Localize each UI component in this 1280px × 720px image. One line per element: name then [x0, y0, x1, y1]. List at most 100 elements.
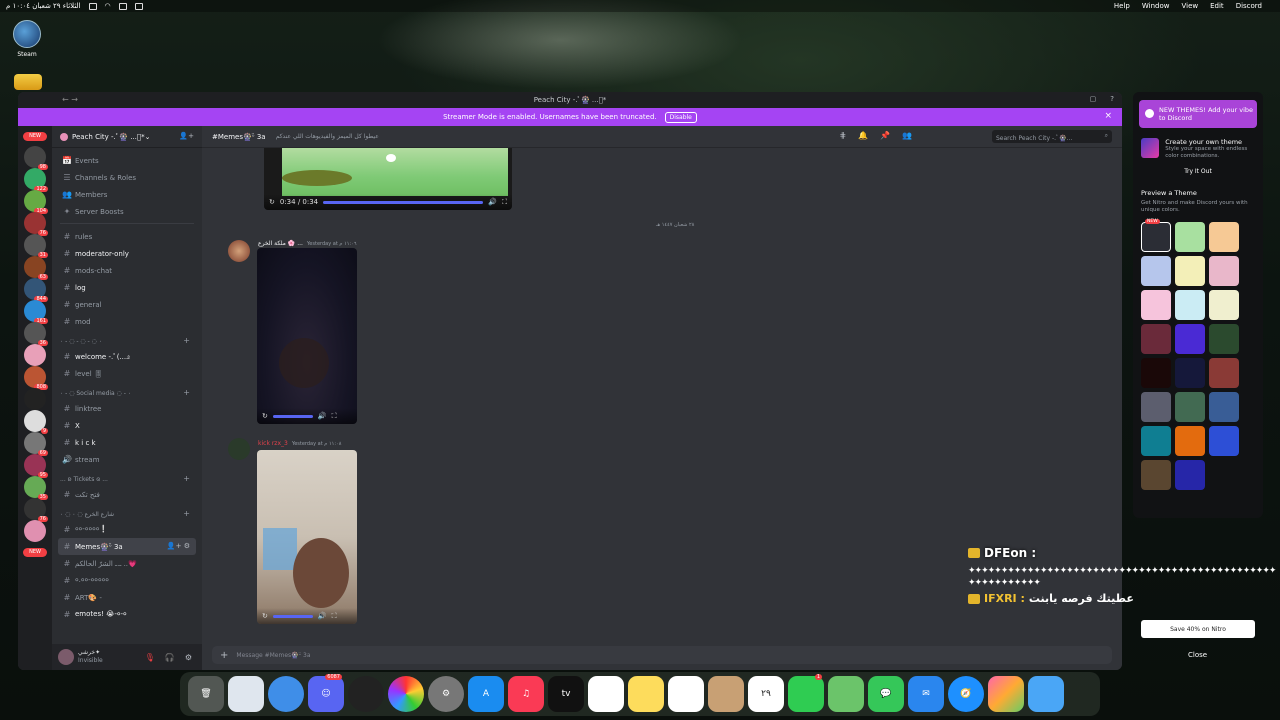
- menu-window[interactable]: Window: [1142, 2, 1170, 10]
- channel-item[interactable]: #००-००००❕: [52, 521, 202, 538]
- channel-moderator-only[interactable]: # moderator-only: [52, 245, 202, 262]
- theme-swatch[interactable]: [1209, 358, 1239, 388]
- disable-streamer-mode-button[interactable]: Disable: [664, 111, 697, 123]
- server-icon[interactable]: 9: [24, 410, 48, 434]
- server-icon[interactable]: 161: [24, 300, 48, 324]
- new-themes-banner[interactable]: NEW THEMES! Add your vibe to Discord: [1139, 100, 1257, 128]
- theme-swatch[interactable]: [1209, 290, 1239, 320]
- replay-icon[interactable]: ↻: [262, 612, 268, 620]
- server-icon[interactable]: 844: [24, 278, 48, 302]
- category-header[interactable]: ۰ - ◌ - ◌ - ◌ ۰ +: [52, 334, 202, 348]
- server-icon[interactable]: 95: [24, 454, 48, 478]
- message-author[interactable]: kick rzx_3: [258, 440, 288, 447]
- freeform-icon[interactable]: [588, 676, 624, 712]
- safari-icon[interactable]: 🧭: [948, 676, 984, 712]
- theme-swatch[interactable]: [1209, 222, 1239, 252]
- desktop-icon-steam[interactable]: Steam: [10, 20, 44, 58]
- fullscreen-icon[interactable]: ⛶: [332, 412, 337, 421]
- reminders-icon[interactable]: [668, 676, 704, 712]
- messages-icon[interactable]: 💬: [868, 676, 904, 712]
- server-icon[interactable]: 31: [24, 234, 48, 258]
- channel-emotes[interactable]: # emotes! 😭-०-०: [52, 606, 202, 623]
- gear-icon[interactable]: ⚙: [185, 653, 192, 662]
- screen-capture-icon[interactable]: [348, 676, 384, 712]
- theme-swatch[interactable]: [1141, 256, 1171, 286]
- theme-swatch[interactable]: NEW: [1141, 219, 1171, 252]
- message-input[interactable]: + Message #Memes🎡ᵕ̈ 3a: [212, 646, 1112, 664]
- mic-muted-icon[interactable]: 🎙: [145, 653, 155, 662]
- menu-discord[interactable]: Discord: [1236, 2, 1262, 10]
- theme-swatch[interactable]: [1141, 324, 1171, 354]
- close-icon[interactable]: ×: [1104, 111, 1112, 121]
- channel-item[interactable]: #०.००-०००००: [52, 572, 202, 589]
- back-forward-icon[interactable]: ← →: [62, 95, 78, 104]
- theme-swatch[interactable]: [1141, 392, 1171, 422]
- server-icon[interactable]: 76: [24, 212, 48, 236]
- volume-icon[interactable]: 🔊: [318, 612, 327, 620]
- threads-icon[interactable]: ⋕: [839, 131, 846, 140]
- theme-swatch[interactable]: [1209, 392, 1239, 422]
- calendar-icon[interactable]: ٢٩: [748, 676, 784, 712]
- display-icon[interactable]: [134, 2, 143, 10]
- theme-swatch[interactable]: [1141, 460, 1171, 490]
- maps-icon[interactable]: [828, 676, 864, 712]
- finder-alt-icon[interactable]: [1028, 676, 1064, 712]
- channel-linktree[interactable]: # linktree: [52, 400, 202, 417]
- discord-icon[interactable]: 6087 ☺: [308, 674, 344, 712]
- channel-memes[interactable]: # Memes🎡ᵕ̈ 3a 👤+ ⚙: [58, 538, 196, 555]
- channel-stream[interactable]: 🔊 stream: [52, 451, 202, 468]
- channel-welcome[interactable]: # welcome -.ﾟ(...೨: [52, 348, 202, 365]
- video-player[interactable]: ↻ 0:34 / 0:34 🔊 ⛶: [264, 148, 512, 210]
- channel-level[interactable]: # level 🎚: [52, 365, 202, 382]
- desktop-folder-icon[interactable]: [14, 74, 42, 90]
- menu-help[interactable]: Help: [1114, 2, 1130, 10]
- message-author[interactable]: ملكة الخرع 🌸 ...: [258, 240, 303, 247]
- server-icon[interactable]: 63: [24, 256, 48, 280]
- channel-x[interactable]: # X: [52, 417, 202, 434]
- server-icon[interactable]: 122: [24, 168, 48, 192]
- server-icon[interactable]: [24, 344, 46, 366]
- theme-swatch[interactable]: [1175, 392, 1205, 422]
- members-toggle-icon[interactable]: 👥: [902, 131, 912, 140]
- control-center-icon[interactable]: [88, 2, 97, 10]
- server-icon[interactable]: 76: [24, 498, 48, 522]
- category-header[interactable]: ۰ - ◌ Social media ◌ - ۰ +: [52, 386, 202, 400]
- theme-swatch[interactable]: [1175, 324, 1205, 354]
- trash-icon[interactable]: 🗑: [188, 676, 224, 712]
- mail-icon[interactable]: ✉: [908, 676, 944, 712]
- volume-icon[interactable]: 🔊: [318, 412, 327, 420]
- volume-icon[interactable]: 🔊: [488, 198, 497, 206]
- guild-header[interactable]: Peach City -.ﾟ🎡 ...ﾟ* ⌄ 👤+: [52, 126, 202, 148]
- avatar[interactable]: [228, 240, 250, 262]
- channel-settings-icon[interactable]: 👤+ ⚙: [167, 542, 190, 550]
- menu-edit[interactable]: Edit: [1210, 2, 1224, 10]
- server-icon[interactable]: 35: [24, 476, 48, 500]
- try-it-out-button[interactable]: Try It Out: [1133, 168, 1263, 175]
- close-button[interactable]: Close: [1188, 651, 1207, 659]
- pin-icon[interactable]: 📌: [880, 131, 890, 140]
- headphones-icon[interactable]: 🎧: [165, 653, 175, 662]
- add-channel-icon[interactable]: +: [183, 509, 190, 518]
- server-icon[interactable]: [24, 388, 46, 410]
- contacts-icon[interactable]: [708, 676, 744, 712]
- notes-icon[interactable]: [628, 676, 664, 712]
- theme-swatch[interactable]: [1141, 358, 1171, 388]
- channel-rules[interactable]: # rules: [52, 228, 202, 245]
- photos-icon[interactable]: [388, 676, 424, 712]
- channel-mods-chat[interactable]: # mods-chat: [52, 262, 202, 279]
- server-icon[interactable]: 98: [24, 146, 48, 170]
- server-icon[interactable]: [24, 520, 46, 542]
- channel-kick[interactable]: # k i c k: [52, 434, 202, 451]
- theme-swatch[interactable]: [1175, 222, 1205, 252]
- add-attachment-icon[interactable]: +: [220, 650, 228, 661]
- files-icon[interactable]: [228, 676, 264, 712]
- search-input[interactable]: Search Peach City -.ﾟ🎡... ⌕: [992, 130, 1112, 143]
- add-channel-icon[interactable]: +: [183, 388, 190, 397]
- theme-swatch[interactable]: [1141, 290, 1171, 320]
- invite-icon[interactable]: 👤+: [179, 132, 194, 140]
- music-icon[interactable]: ♫: [508, 676, 544, 712]
- server-icon[interactable]: 36: [24, 322, 48, 346]
- server-icon[interactable]: 808: [24, 366, 48, 390]
- channel-topic[interactable]: عيطوا كل الميمز والفيديوهات اللي عندكم: [276, 133, 379, 140]
- theme-swatch[interactable]: [1175, 358, 1205, 388]
